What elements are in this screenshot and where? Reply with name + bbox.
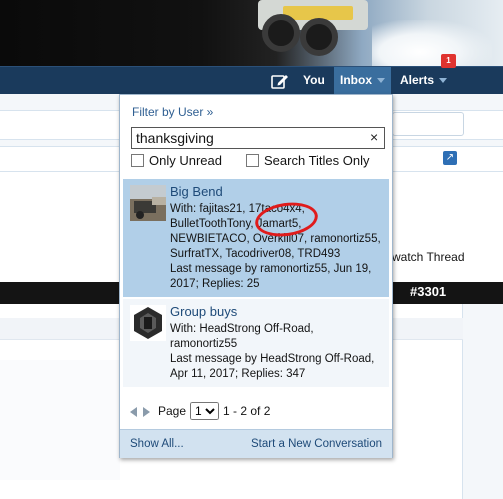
alerts-tab[interactable]: Alerts (400, 67, 448, 95)
conversation-item[interactable]: Group buys With: HeadStrong Off-Road, ra… (123, 299, 389, 387)
conversation-participants: ramonortiz55 (170, 338, 238, 350)
you-menu[interactable]: You (303, 67, 325, 95)
inbox-popup: Filter by User » × Only Unread Search Ti… (119, 94, 393, 458)
search-titles-label: Search Titles Only (264, 153, 370, 168)
header-banner (0, 0, 503, 66)
conversation-title[interactable]: Big Bend (170, 184, 223, 199)
page-range: 1 - 2 of 2 (223, 404, 271, 418)
search-titles-checkbox[interactable] (246, 154, 259, 167)
conversation-last-message: Last message by HeadStrong Off-Road, (170, 353, 375, 365)
next-page-icon[interactable] (143, 406, 150, 417)
avatar (130, 185, 166, 221)
popup-footer: Show All... Start a New Conversation (120, 429, 392, 458)
avatar (130, 305, 166, 341)
alerts-label: Alerts (400, 73, 435, 87)
conversation-item[interactable]: Big Bend With: fajitas21, 17taco4x4, Bul… (123, 179, 389, 297)
new-conversation-link[interactable]: Start a New Conversation (251, 438, 382, 450)
show-all-link[interactable]: Show All... (130, 438, 184, 450)
page-select[interactable]: 1 (190, 402, 220, 420)
page-label: Page (158, 404, 187, 418)
chevron-down-icon (377, 78, 385, 84)
post-user-info (0, 360, 120, 480)
inbox-tab[interactable]: Inbox (334, 67, 391, 95)
conversation-participants: SurfratTX, Tacodriver08, TRD493 (170, 248, 341, 260)
filter-by-user-link[interactable]: Filter by User » (132, 105, 213, 119)
inbox-label: Inbox (340, 73, 372, 87)
page-search-input[interactable] (392, 112, 464, 136)
conversation-last-message: 2017; Replies: 25 (170, 278, 260, 290)
pagination: Page 1 1 - 2 of 2 (130, 402, 270, 420)
alerts-count-badge: 1 (441, 54, 456, 68)
conversation-last-message: Last message by ramonortiz55, Jun 19, (170, 263, 372, 275)
conversation-participants: With: HeadStrong Off-Road, (170, 323, 314, 335)
only-unread-checkbox[interactable] (131, 154, 144, 167)
conversation-search-input[interactable] (131, 127, 385, 149)
previous-page-icon[interactable] (130, 406, 137, 417)
watch-thread-link[interactable]: watch Thread (392, 250, 465, 264)
conversation-last-message: Apr 11, 2017; Replies: 347 (170, 368, 306, 380)
top-navbar: You Inbox Alerts (0, 66, 503, 95)
post-number[interactable]: #3301 (410, 284, 446, 299)
only-unread-label: Only Unread (149, 153, 222, 168)
chevron-down-icon (439, 78, 448, 84)
compose-icon[interactable] (270, 67, 290, 95)
external-link-icon[interactable]: ↗ (443, 151, 457, 165)
clear-icon[interactable]: × (370, 129, 378, 145)
conversation-title[interactable]: Group buys (170, 304, 237, 319)
